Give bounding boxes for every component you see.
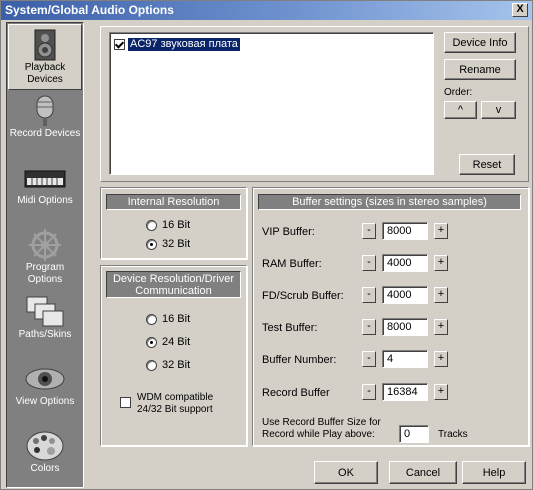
increment-button[interactable]: + [434,287,448,303]
increment-button[interactable]: + [434,255,448,271]
wdm-label: WDM compatible 24/32 Bit support [137,392,214,415]
tracks-label: Tracks [438,429,468,440]
buffer-row-label: Test Buffer: [262,322,318,334]
radio-label: 24 Bit [162,336,191,348]
radio-internal-32bit[interactable]: 32 Bit [146,238,190,250]
ship-wheel-icon [29,229,61,261]
order-label: Order: [444,87,473,98]
wdm-checkbox[interactable] [120,397,131,408]
order-down-button[interactable]: v [481,101,516,119]
speaker-icon [34,29,56,61]
radio-button[interactable] [146,238,157,250]
sidebar-item-paths-skins[interactable]: Paths/Skins [8,292,82,358]
folders-icon [26,296,64,327]
radio-internal-16bit[interactable]: 16 Bit [146,219,190,231]
radio-label: 16 Bit [162,219,191,231]
buffer-row-label: VIP Buffer: [262,226,315,238]
sidebar-item-colors[interactable]: Colors [8,426,82,490]
ok-button[interactable]: OK [314,461,378,484]
cancel-button[interactable]: Cancel [389,461,457,484]
buffer-row-label: RAM Buffer: [262,258,322,270]
increment-button[interactable]: + [434,319,448,335]
sidebar: Playback Devices Record Devices Midi Opt… [6,22,84,488]
decrement-button[interactable]: - [362,287,376,303]
device-checkbox[interactable] [114,39,125,50]
help-button[interactable]: Help [462,461,526,484]
buffer-value-field[interactable]: 8000 [382,318,428,336]
increment-button[interactable]: + [434,351,448,367]
device-list[interactable]: AC97 звуковая плата [109,32,434,175]
sidebar-item-label: View Options [15,396,75,407]
buffer-value-field[interactable]: 8000 [382,222,428,240]
buffer-value-field[interactable]: 4000 [382,286,428,304]
sidebar-item-label: Paths/Skins [18,329,72,340]
radio-device-32bit[interactable]: 32 Bit [146,359,190,371]
radio-device-16bit[interactable]: 16 Bit [146,313,190,325]
increment-button[interactable]: + [434,223,448,239]
buffer-row-label: Record Buffer [262,387,330,399]
radio-button[interactable] [146,359,157,371]
sidebar-item-program-options[interactable]: Program Options [8,225,82,291]
decrement-button[interactable]: - [362,384,376,400]
list-item[interactable]: AC97 звуковая плата [114,37,240,52]
decrement-button[interactable]: - [362,255,376,271]
eye-icon [25,368,65,390]
device-name: AC97 звуковая плата [128,38,240,51]
sidebar-item-label: Playback Devices [24,62,66,85]
sidebar-item-record-devices[interactable]: Record Devices [8,91,82,157]
buffer-row-label: FD/Scrub Buffer: [262,290,344,302]
radio-label: 32 Bit [162,238,191,250]
radio-button[interactable] [146,219,157,231]
window-title: System/Global Audio Options [5,3,174,17]
microphone-icon [36,95,54,126]
device-resolution-title: Device Resolution/Driver Communication [106,271,241,298]
sidebar-item-label: Colors [30,463,60,474]
buffer-value-field[interactable]: 16384 [382,383,428,401]
title-bar[interactable]: System/Global Audio Options X [1,1,532,20]
record-size-label: Use Record Buffer Size for Record while … [262,417,381,440]
audio-options-dialog: System/Global Audio Options X Playback D… [0,0,533,490]
decrement-button[interactable]: - [362,319,376,335]
close-button[interactable]: X [512,3,528,17]
radio-button[interactable] [146,313,157,325]
sidebar-item-playback-devices[interactable]: Playback Devices [8,24,82,90]
radio-device-24bit[interactable]: 24 Bit [146,336,190,348]
internal-resolution-title: Internal Resolution [106,194,241,210]
buffer-settings-title: Buffer settings (sizes in stereo samples… [258,194,521,210]
reset-button[interactable]: Reset [459,154,515,175]
sidebar-item-label: Program Options [25,262,65,285]
sidebar-item-midi-options[interactable]: Midi Options [8,158,82,224]
palette-icon [26,431,64,461]
buffer-row-label: Buffer Number: [262,354,337,366]
buffer-value-field[interactable]: 4 [382,350,428,368]
decrement-button[interactable]: - [362,351,376,367]
record-size-field[interactable]: 0 [399,425,429,443]
increment-button[interactable]: + [434,384,448,400]
sidebar-item-label: Midi Options [17,195,73,206]
radio-button[interactable] [146,336,157,348]
keyboard-icon [24,170,66,188]
radio-label: 32 Bit [162,359,191,371]
device-info-button[interactable]: Device Info [444,32,516,53]
order-up-button[interactable]: ^ [444,101,477,119]
radio-label: 16 Bit [162,313,191,325]
decrement-button[interactable]: - [362,223,376,239]
buffer-value-field[interactable]: 4000 [382,254,428,272]
rename-button[interactable]: Rename [444,59,516,80]
sidebar-item-view-options[interactable]: View Options [8,359,82,425]
sidebar-item-label: Record Devices [9,128,81,139]
